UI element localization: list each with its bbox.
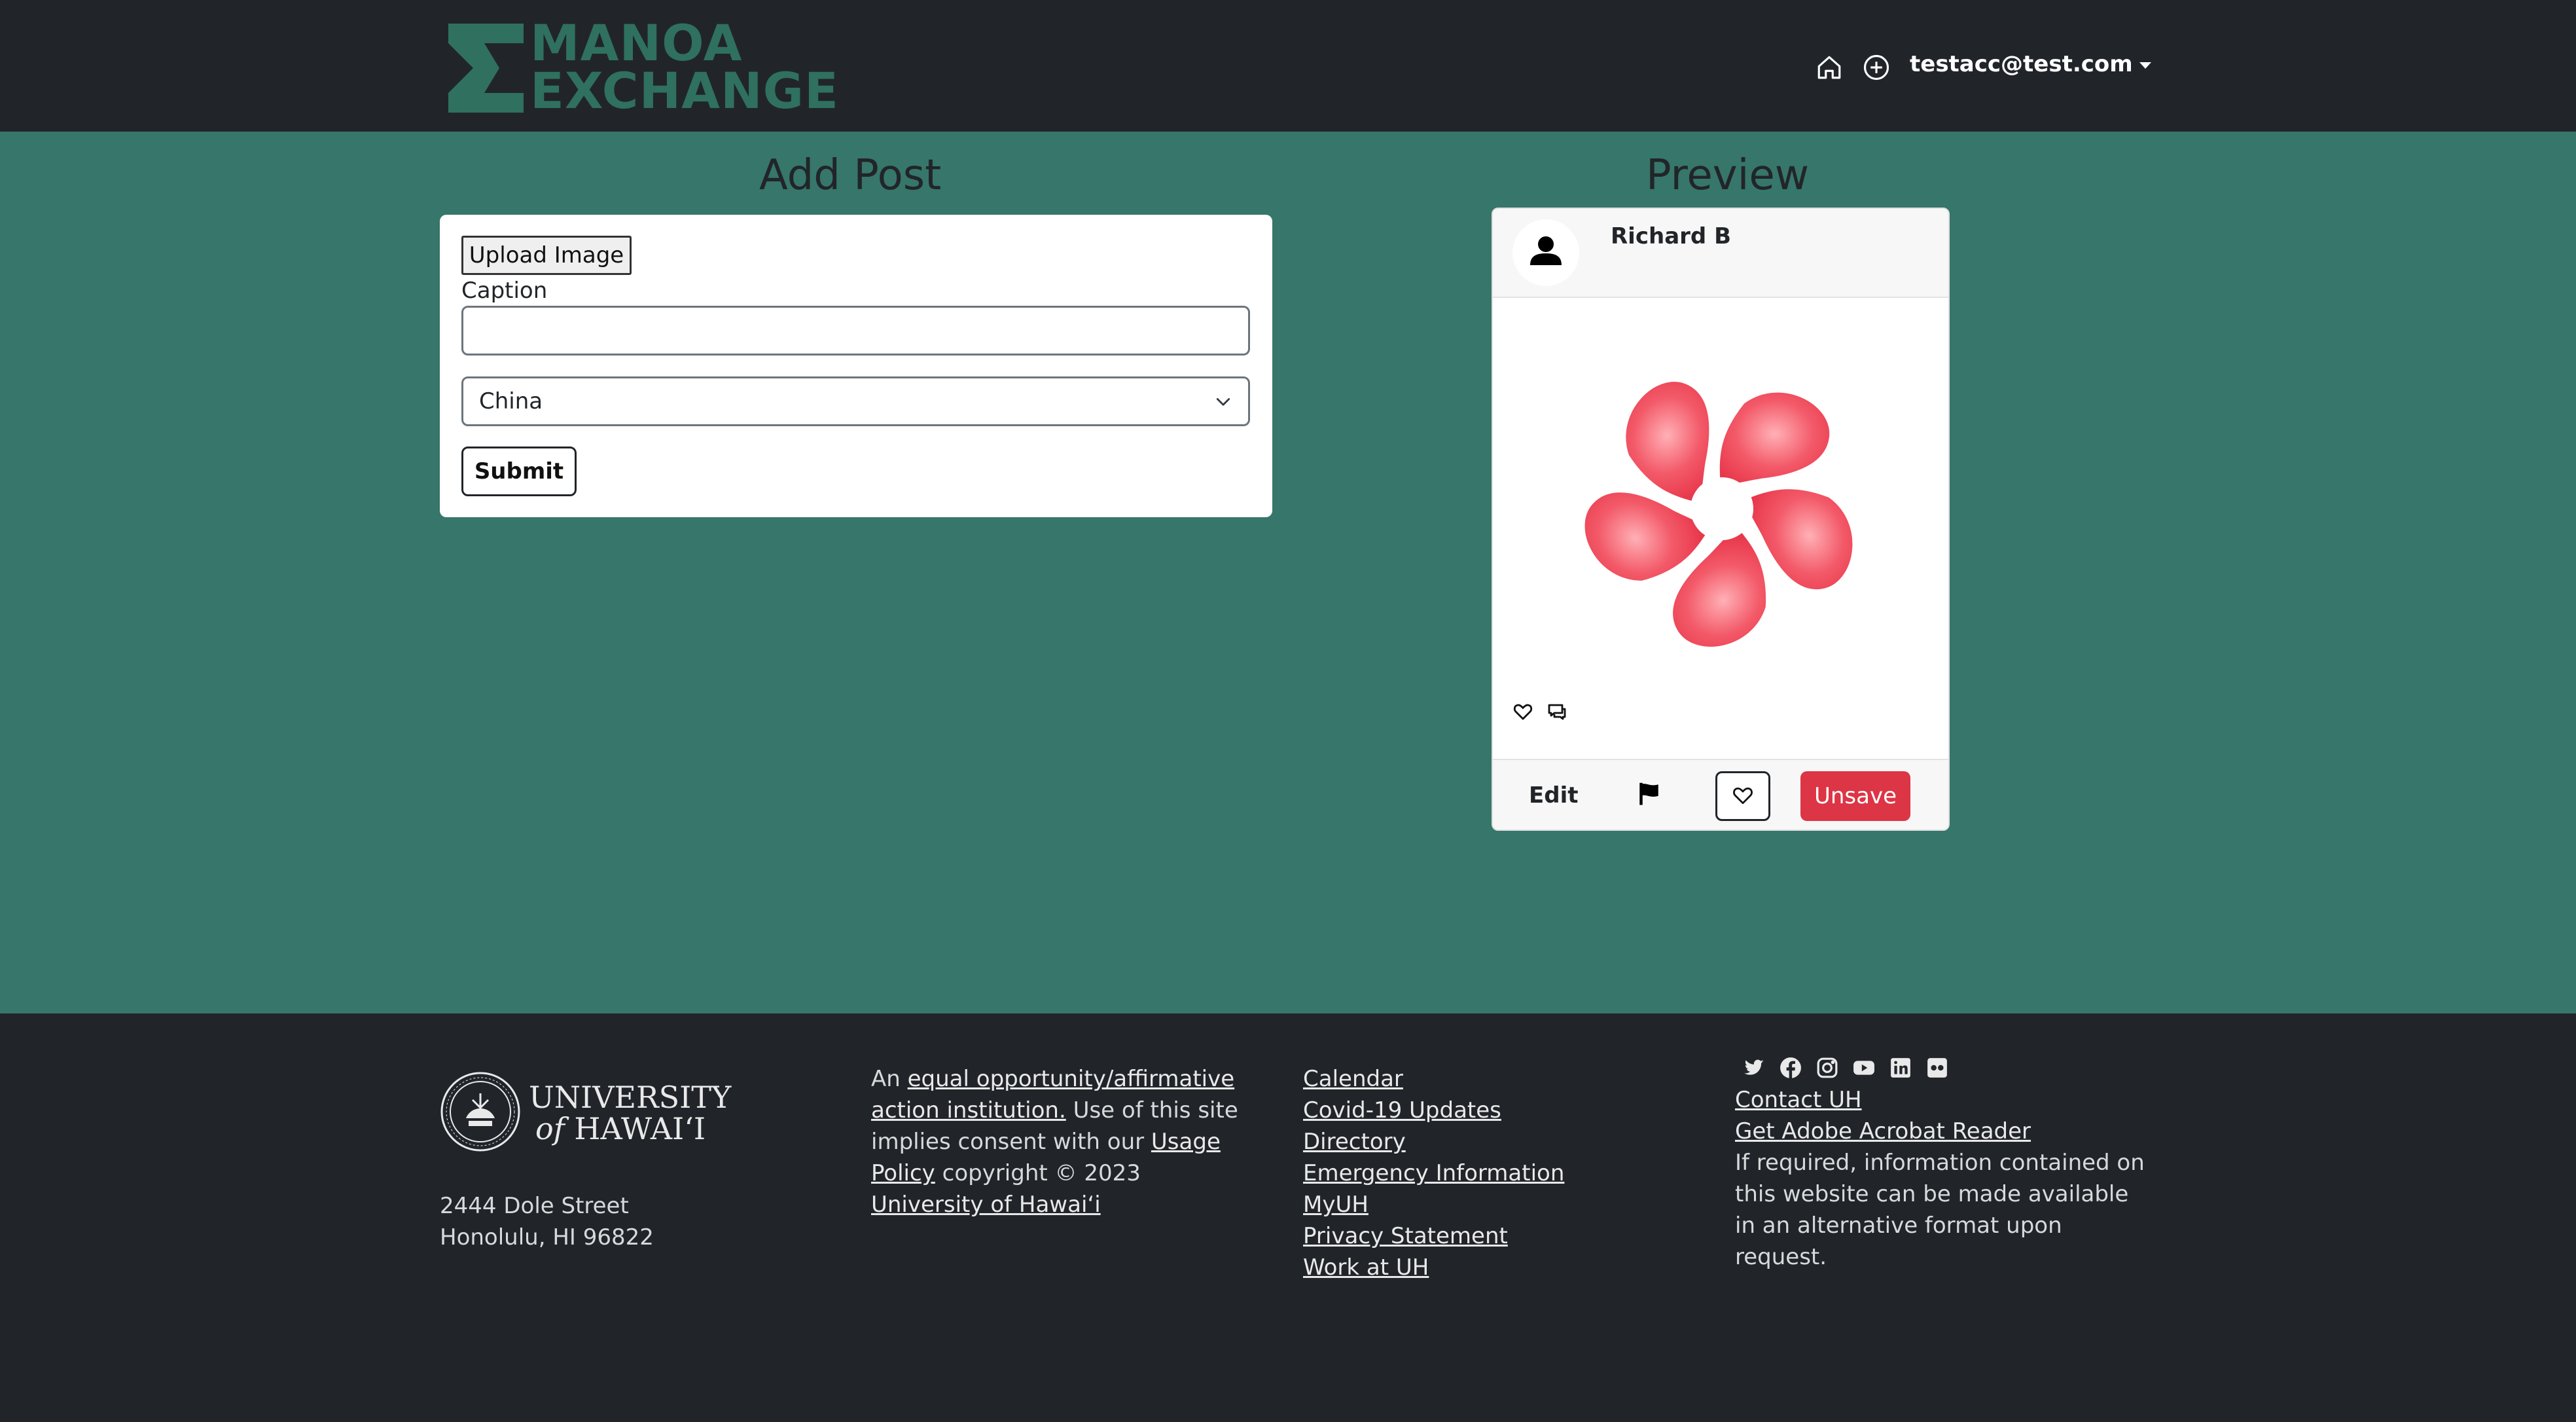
chevron-down-icon [2139,62,2151,69]
caption-input[interactable] [461,306,1250,356]
uh-wordmark-hawaii: HAWAI‘I [574,1111,706,1146]
footer-policy: An equal opportunity/affirmative action … [871,1063,1283,1220]
site-footer: UNIVERSITY of HAWAI‘I 2444 Dole Street H… [0,1013,2576,1422]
footer-link-privacy[interactable]: Privacy Statement [1303,1220,1564,1252]
footer-link-directory[interactable]: Directory [1303,1126,1564,1158]
footer-link-calendar[interactable]: Calendar [1303,1063,1564,1095]
add-post-form: Upload Image Caption China Submit [440,215,1272,517]
post-footer: Edit Unsave [1493,759,1948,830]
footer-link-emergency[interactable]: Emergency Information [1303,1158,1564,1189]
footer-link-work[interactable]: Work at UH [1303,1252,1564,1283]
instagram-icon[interactable] [1816,1057,1838,1079]
upload-image-button[interactable]: Upload Image [461,236,632,275]
post-header: Richard B [1493,209,1948,298]
heart-icon [1733,787,1753,804]
footer-links: Calendar Covid-19 Updates Directory Emer… [1303,1063,1564,1283]
user-icon [1530,236,1562,265]
address-line1: 2444 Dole Street [440,1193,629,1219]
linkedin-icon[interactable] [1889,1057,1912,1079]
address: 2444 Dole Street Honolulu, HI 96822 [440,1190,654,1253]
uh-link[interactable]: University of Hawaiʻi [871,1192,1101,1218]
caption-label: Caption [461,278,548,304]
comment-icon[interactable] [1547,701,1567,722]
social-links [1743,1051,2154,1084]
submit-button[interactable]: Submit [461,447,577,496]
youtube-icon[interactable] [1853,1057,1875,1079]
plus-circle-icon[interactable] [1863,54,1890,81]
eo-prefix: An [871,1066,908,1092]
avatar [1512,219,1579,286]
address-line2: Honolulu, HI 96822 [440,1224,654,1250]
logo-text-line1[interactable]: MANOA [530,18,742,68]
footer-contact: Contact UH Get Adobe Acrobat Reader If r… [1735,1051,2154,1273]
edit-link[interactable]: Edit [1529,782,1578,809]
main-content: Add Post Upload Image Caption China Subm… [0,132,2576,1013]
uh-wordmark-line1: UNIVERSITY [529,1080,732,1115]
uh-wordmark-of: of [535,1111,565,1146]
logo-text-line2[interactable]: EXCHANGE [530,66,839,116]
accessibility-note: If required, information contained on th… [1735,1150,2145,1270]
preview-title: Preview [1646,151,1810,200]
country-select[interactable]: China [461,376,1250,426]
page-title: Add Post [759,151,942,200]
like-button[interactable] [1715,771,1770,821]
contact-uh-link[interactable]: Contact UH [1735,1084,2154,1116]
post-author: Richard B [1611,223,1731,249]
country-select-value: China [479,388,543,414]
uh-wordmark[interactable]: UNIVERSITY of HAWAI‘I [529,1082,731,1144]
unsave-button[interactable]: Unsave [1800,771,1910,821]
navbar: MANOA EXCHANGE testacc@test.com [0,0,2576,132]
twitter-icon[interactable] [1743,1057,1765,1079]
adobe-reader-link[interactable]: Get Adobe Acrobat Reader [1735,1116,2154,1147]
facebook-icon[interactable] [1780,1057,1802,1079]
flag-icon[interactable] [1636,780,1662,807]
post-image [1532,319,1912,699]
home-icon[interactable] [1816,54,1843,81]
flickr-icon[interactable] [1926,1057,1948,1079]
uh-seal-icon[interactable] [440,1071,521,1152]
footer-link-myuh[interactable]: MyUH [1303,1189,1564,1220]
heart-icon[interactable] [1512,701,1533,722]
user-dropdown[interactable]: testacc@test.com [1910,51,2151,77]
post-preview-card: Richard B Edit Unsave [1492,208,1950,831]
user-email: testacc@test.com [1910,51,2133,77]
copyright: copyright © 2023 [935,1160,1141,1186]
footer-link-covid[interactable]: Covid-19 Updates [1303,1095,1564,1126]
chevron-down-icon [1216,398,1230,406]
